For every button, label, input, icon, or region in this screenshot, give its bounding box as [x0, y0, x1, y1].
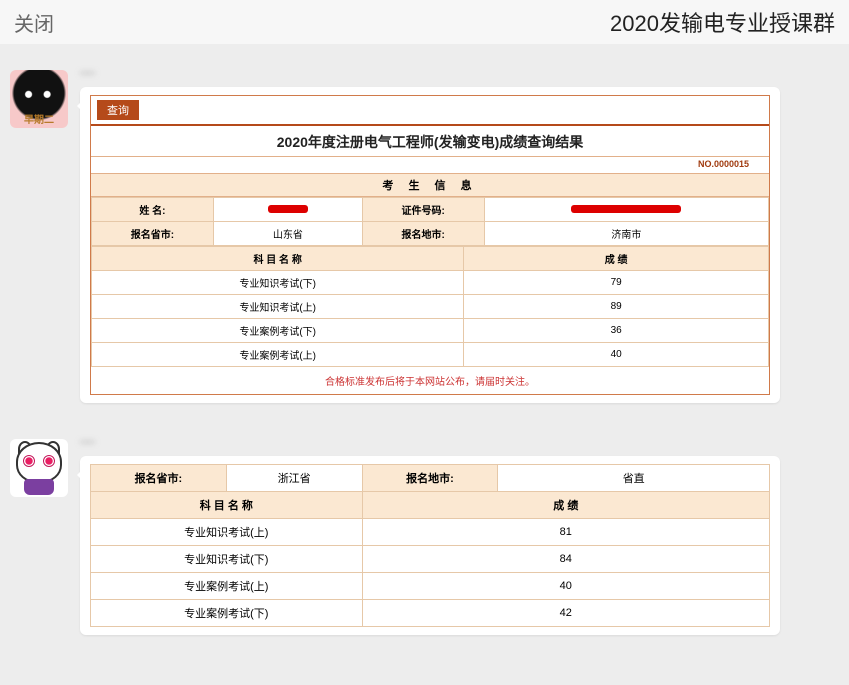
candidate-info-header: 考 生 信 息 — [91, 173, 769, 197]
subject-cell: 专业案例考试(下) — [92, 319, 464, 343]
redacted-id — [571, 205, 681, 213]
score-result-card: 查询 2020年度注册电气工程师(发输变电)成绩查询结果 NO.0000015 … — [90, 95, 770, 395]
score-cell: 40 — [464, 343, 769, 367]
subject-cell: 专业知识考试(下) — [91, 546, 363, 573]
subject-cell: 专业案例考试(上) — [91, 573, 363, 600]
score-header: 成 绩 — [362, 492, 769, 519]
avatar[interactable]: 早期二 — [10, 70, 68, 128]
query-tab: 查询 — [97, 100, 139, 120]
province-value: 山东省 — [213, 222, 362, 246]
close-button[interactable]: 关闭 — [14, 8, 54, 37]
score-cell: 40 — [362, 573, 769, 600]
table-row: 专业知识考试(上)89 — [92, 295, 769, 319]
city-label: 报名地市: — [362, 222, 484, 246]
result-footer-note: 合格标准发布后将于本网站公布，请届时关注。 — [91, 367, 769, 394]
province-value: 浙江省 — [226, 465, 362, 492]
avatar-caption: 早期二 — [10, 111, 68, 126]
table-row: 专业案例考试(下)42 — [91, 600, 770, 627]
table-row: 专业案例考试(下)36 — [92, 319, 769, 343]
score-cell: 89 — [464, 295, 769, 319]
score-cell: 84 — [362, 546, 769, 573]
subject-cell: 专业知识考试(上) — [91, 519, 363, 546]
table-row: 科 目 名 称 成 绩 — [91, 492, 770, 519]
city-label: 报名地市: — [362, 465, 498, 492]
table-row: 报名省市: 浙江省 报名地市: 省直 — [91, 465, 770, 492]
subject-header: 科 目 名 称 — [91, 492, 363, 519]
message-bubble[interactable]: 查询 2020年度注册电气工程师(发输变电)成绩查询结果 NO.0000015 … — [80, 87, 780, 403]
province-label: 报名省市: — [92, 222, 214, 246]
table-row: 专业知识考试(下)79 — [92, 271, 769, 295]
candidate-info-table: 姓 名: 证件号码: 报名省市: 山东省 报名地市: 济南市 — [91, 197, 769, 246]
name-label: 姓 名: — [92, 198, 214, 222]
subject-header: 科 目 名 称 — [92, 247, 464, 271]
score-cell: 42 — [362, 600, 769, 627]
table-row: 科 目 名 称 成 绩 — [92, 247, 769, 271]
score-table: 报名省市: 浙江省 报名地市: 省直 科 目 名 称 成 绩 专业知识考试(上)… — [90, 464, 770, 627]
table-row: 专业知识考试(上)81 — [91, 519, 770, 546]
score-table: 科 目 名 称 成 绩 专业知识考试(下)79 专业知识考试(上)89 专业案例… — [91, 246, 769, 367]
chat-title: 2020发输电专业授课群 — [54, 6, 835, 38]
subject-cell: 专业知识考试(下) — [92, 271, 464, 295]
city-value: 省直 — [498, 465, 770, 492]
chat-message: — 报名省市: 浙江省 报名地市: 省直 科 目 名 称 成 绩 专业知识考试(… — [10, 433, 839, 635]
table-row: 专业案例考试(上)40 — [91, 573, 770, 600]
table-row: 姓 名: 证件号码: — [92, 198, 769, 222]
province-label: 报名省市: — [91, 465, 227, 492]
message-bubble[interactable]: 报名省市: 浙江省 报名地市: 省直 科 目 名 称 成 绩 专业知识考试(上)… — [80, 456, 780, 635]
score-header: 成 绩 — [464, 247, 769, 271]
sender-name: — — [80, 64, 839, 81]
redacted-name — [268, 205, 308, 213]
id-label: 证件号码: — [362, 198, 484, 222]
score-cell: 79 — [464, 271, 769, 295]
subject-cell: 专业案例考试(下) — [91, 600, 363, 627]
message-content: — 报名省市: 浙江省 报名地市: 省直 科 目 名 称 成 绩 专业知识考试(… — [80, 433, 839, 635]
chat-body: 早期二 — 查询 2020年度注册电气工程师(发输变电)成绩查询结果 NO.00… — [0, 44, 849, 685]
subject-cell: 专业案例考试(上) — [92, 343, 464, 367]
id-value — [484, 198, 768, 222]
chat-message: 早期二 — 查询 2020年度注册电气工程师(发输变电)成绩查询结果 NO.00… — [10, 64, 839, 403]
table-row: 专业案例考试(上)40 — [92, 343, 769, 367]
doc-number: NO.0000015 — [91, 157, 769, 173]
avatar[interactable] — [10, 439, 68, 497]
table-row: 报名省市: 山东省 报名地市: 济南市 — [92, 222, 769, 246]
score-cell: 36 — [464, 319, 769, 343]
subject-cell: 专业知识考试(上) — [92, 295, 464, 319]
score-cell: 81 — [362, 519, 769, 546]
message-content: — 查询 2020年度注册电气工程师(发输变电)成绩查询结果 NO.000001… — [80, 64, 839, 403]
city-value: 济南市 — [484, 222, 768, 246]
sender-name: — — [80, 433, 839, 450]
table-row: 专业知识考试(下)84 — [91, 546, 770, 573]
chat-header: 关闭 2020发输电专业授课群 — [0, 0, 849, 44]
name-value — [213, 198, 362, 222]
result-title: 2020年度注册电气工程师(发输变电)成绩查询结果 — [91, 124, 769, 157]
